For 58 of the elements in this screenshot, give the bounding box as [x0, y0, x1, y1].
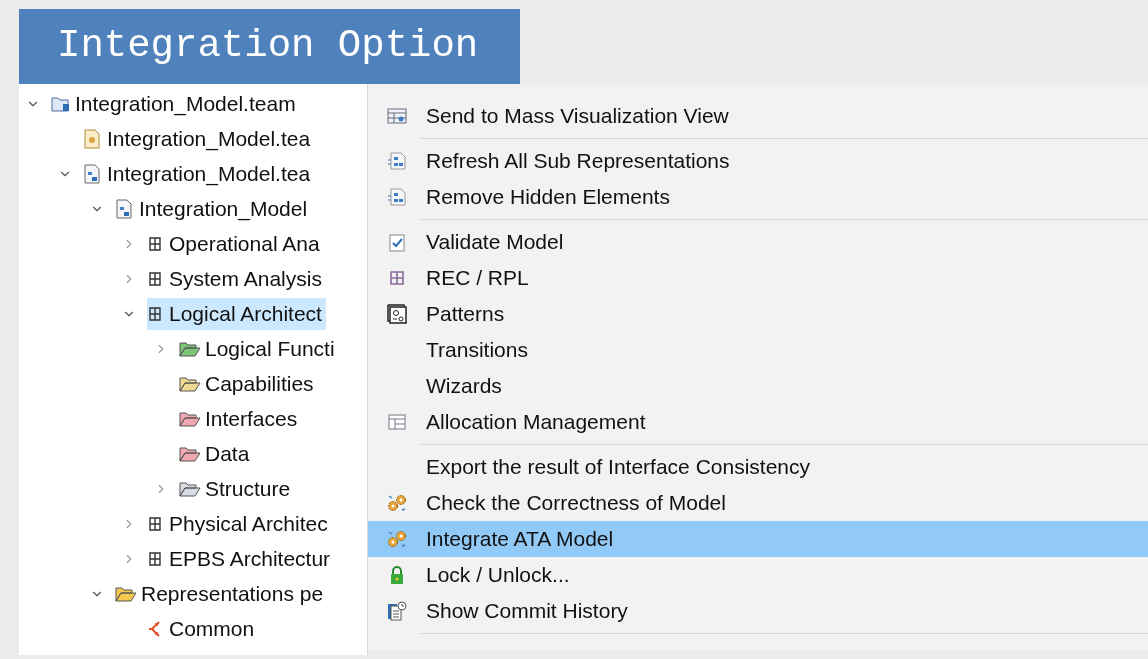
menu-item[interactable]: Send to Mass Visualization View	[368, 98, 1148, 134]
package-icon	[147, 235, 163, 252]
diagram-nodes-icon	[387, 152, 407, 170]
table-icon	[387, 108, 407, 124]
tree-item[interactable]: Common	[147, 612, 259, 645]
menu-item[interactable]: REC / RPL	[368, 260, 1148, 296]
gears-icon	[387, 493, 407, 513]
layout-icon	[388, 414, 406, 430]
menu-item[interactable]: Show Commit History	[368, 593, 1148, 629]
tree-item[interactable]: Representations pe	[115, 577, 328, 610]
menu-item[interactable]: Wizards	[368, 368, 1148, 404]
tree-item[interactable]: Operational Ana	[147, 227, 324, 260]
patterns-icon	[387, 304, 407, 324]
package-icon	[147, 550, 163, 567]
menu-item[interactable]: Integrate ATA Model	[368, 521, 1148, 557]
tree-item[interactable]: Logical Architect	[147, 297, 326, 330]
gears-icon	[387, 529, 407, 549]
tree-item[interactable]: System Analysis	[147, 262, 326, 295]
diagram-icon	[147, 619, 163, 638]
menu-item[interactable]: Export the result of Interface Consistency	[368, 449, 1148, 485]
diagram-nodes-icon	[387, 188, 407, 206]
menu-item[interactable]: Allocation Management	[368, 404, 1148, 440]
package-icon	[147, 305, 163, 322]
lock-icon	[389, 565, 405, 585]
menu-item[interactable]: Transitions	[368, 332, 1148, 368]
menu-item[interactable]: Check the Correctness of Model	[368, 485, 1148, 521]
project-icon	[51, 94, 71, 113]
tree-item[interactable]: Interfaces	[179, 402, 302, 435]
menu-item[interactable]: Validate Model	[368, 224, 1148, 260]
folder-icon	[179, 445, 201, 462]
tree-item[interactable]: EPBS Architectur	[147, 542, 335, 575]
model-file-icon	[115, 198, 133, 219]
document-clock-icon	[387, 601, 407, 621]
menu-item[interactable]: Lock / Unlock...	[368, 557, 1148, 593]
model-file-icon	[83, 163, 101, 184]
file-icon	[83, 128, 101, 149]
tree-item[interactable]: Integration_Model.team	[51, 87, 300, 120]
tree-item[interactable]: Integration_Model.tea	[83, 122, 315, 155]
menu-item[interactable]: Refresh All Sub Representations	[368, 143, 1148, 179]
tree-item[interactable]: Structure	[179, 472, 295, 505]
folder-icon	[179, 375, 201, 392]
tree-item[interactable]: Integration_Model.tea	[83, 157, 315, 190]
tree-item[interactable]: Data	[179, 437, 254, 470]
package-icon	[147, 515, 163, 532]
grid-icon	[389, 270, 405, 286]
folder-icon	[179, 340, 201, 357]
menu-item[interactable]: Patterns	[368, 296, 1148, 332]
folder-icon	[179, 480, 201, 497]
banner-title: Integration Option	[57, 23, 479, 71]
folder-icon	[115, 585, 137, 602]
tree-item[interactable]: Capabilities	[179, 367, 318, 400]
tree-item[interactable]: Physical Architec	[147, 507, 332, 540]
package-icon	[147, 270, 163, 287]
tree-item[interactable]: Integration_Model	[115, 192, 312, 225]
checklist-icon	[388, 232, 406, 252]
menu-item[interactable]: Remove Hidden Elements	[368, 179, 1148, 215]
tree-item[interactable]: Logical Functi	[179, 332, 339, 365]
folder-icon	[179, 410, 201, 427]
